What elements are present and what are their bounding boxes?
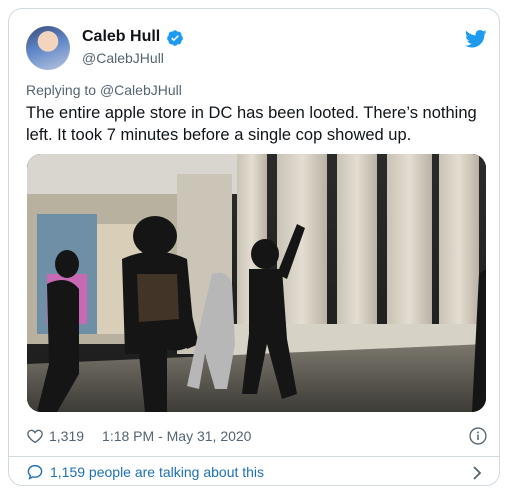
chevron-right-icon[interactable] — [470, 465, 484, 481]
reply-handle-link[interactable]: @CalebJHull — [100, 82, 182, 98]
reply-prefix: Replying to — [26, 82, 97, 98]
speech-bubble-icon — [27, 464, 43, 480]
author-handle[interactable]: @CalebJHull — [82, 50, 164, 66]
tweet-text: The entire apple store in DC has been lo… — [26, 104, 477, 144]
info-icon[interactable] — [468, 426, 488, 446]
tweet-timestamp[interactable]: 1:18 PM - May 31, 2020 — [102, 428, 251, 444]
verified-icon — [167, 30, 183, 46]
avatar[interactable] — [26, 26, 70, 70]
divider — [9, 456, 499, 457]
conversation-link[interactable]: 1,159 people are talking about this — [26, 463, 264, 481]
like-count[interactable]: 1,319 — [49, 428, 84, 444]
conversation-label[interactable]: 1,159 people are talking about this — [50, 464, 264, 480]
tweet-meta: 1,319 1:18 PM - May 31, 2020 — [26, 426, 251, 446]
author-name[interactable]: Caleb Hull — [82, 28, 160, 46]
twitter-bird-icon[interactable] — [465, 29, 487, 49]
video-frame-image — [27, 154, 486, 412]
tweet-video[interactable] — [27, 154, 486, 412]
heart-icon[interactable] — [26, 427, 44, 445]
replying-to: Replying to @CalebJHull — [26, 82, 182, 98]
tweet-card[interactable]: Caleb Hull @CalebJHull Replying to @Cale… — [8, 8, 500, 486]
